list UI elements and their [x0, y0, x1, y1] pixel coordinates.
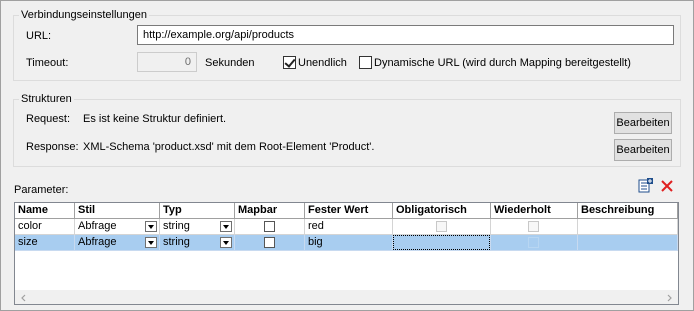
cell-wiederholt	[491, 235, 578, 251]
response-edit-button[interactable]: Bearbeiten	[614, 139, 672, 161]
horizontal-scrollbar[interactable]	[15, 290, 678, 304]
table-row[interactable]: size Abfrage string big	[15, 235, 678, 251]
structures-title: Strukturen	[19, 93, 74, 105]
chevron-down-icon[interactable]	[220, 221, 232, 232]
column-header-obligatorisch[interactable]: Obligatorisch	[393, 203, 491, 219]
cell-mapbar	[235, 219, 305, 235]
dynamic-url-label: Dynamische URL (wird durch Mapping berei…	[374, 57, 631, 69]
table-header-row: Name Stil Typ Mapbar Fester Wert Obligat…	[15, 203, 678, 219]
cell-name[interactable]: color	[15, 219, 75, 235]
response-label: Response:	[26, 141, 79, 153]
request-label: Request:	[26, 113, 71, 125]
cell-typ[interactable]: string	[160, 219, 235, 235]
add-parameter-icon[interactable]	[638, 178, 654, 194]
parameters-table[interactable]: Name Stil Typ Mapbar Fester Wert Obligat…	[14, 202, 679, 305]
mapbar-checkbox[interactable]	[264, 237, 275, 248]
cell-obligatorisch	[393, 235, 491, 251]
cell-beschreibung[interactable]	[578, 219, 678, 235]
cell-typ[interactable]: string	[160, 235, 235, 251]
column-header-mapbar[interactable]: Mapbar	[235, 203, 305, 219]
scroll-left-icon[interactable]	[19, 293, 29, 303]
infinite-checkbox[interactable]	[283, 56, 296, 69]
scroll-right-icon[interactable]	[664, 293, 674, 303]
cell-name[interactable]: size	[15, 235, 75, 251]
cell-obligatorisch	[393, 219, 491, 235]
column-header-wiederholt[interactable]: Wiederholt	[491, 203, 578, 219]
column-header-name[interactable]: Name	[15, 203, 75, 219]
dynamic-url-checkbox[interactable]	[359, 56, 372, 69]
dialog-window: Verbindungseinstellungen URL: http://exa…	[0, 0, 694, 311]
chevron-down-icon[interactable]	[145, 221, 157, 232]
request-value: Es ist keine Struktur definiert.	[83, 113, 227, 125]
connection-settings-title: Verbindungseinstellungen	[19, 9, 149, 21]
url-input[interactable]: http://example.org/api/products	[137, 25, 674, 45]
cell-stil-value: Abfrage	[78, 236, 117, 248]
response-value: XML-Schema 'product.xsd' mit dem Root-El…	[83, 141, 375, 153]
wiederholt-checkbox[interactable]	[528, 221, 539, 232]
chevron-down-icon[interactable]	[220, 237, 232, 248]
delete-icon[interactable]	[659, 178, 675, 194]
mapbar-checkbox[interactable]	[264, 221, 275, 232]
structures-group	[13, 99, 681, 167]
obligatorisch-checkbox[interactable]	[436, 221, 447, 232]
column-header-typ[interactable]: Typ	[160, 203, 235, 219]
cell-mapbar	[235, 235, 305, 251]
parameters-label: Parameter:	[14, 184, 69, 196]
infinite-label: Unendlich	[298, 57, 347, 69]
column-header-stil[interactable]: Stil	[75, 203, 160, 219]
cell-typ-value: string	[163, 236, 190, 248]
obligatorisch-checkbox[interactable]	[436, 237, 447, 248]
table-row[interactable]: color Abfrage string red	[15, 219, 678, 235]
timeout-label: Timeout:	[26, 57, 69, 69]
cell-stil-value: Abfrage	[78, 220, 117, 232]
cell-fester-wert[interactable]: red	[305, 219, 393, 235]
column-header-fester-wert[interactable]: Fester Wert	[305, 203, 393, 219]
cell-wiederholt	[491, 219, 578, 235]
column-header-beschreibung[interactable]: Beschreibung	[578, 203, 678, 219]
timeout-input[interactable]: 0	[137, 52, 197, 72]
cell-beschreibung[interactable]	[578, 235, 678, 251]
timeout-unit-label: Sekunden	[205, 57, 255, 69]
request-edit-button[interactable]: Bearbeiten	[614, 112, 672, 134]
url-label: URL:	[26, 30, 52, 42]
cell-typ-value: string	[163, 220, 190, 232]
chevron-down-icon[interactable]	[145, 237, 157, 248]
cell-stil[interactable]: Abfrage	[75, 235, 160, 251]
cell-stil[interactable]: Abfrage	[75, 219, 160, 235]
cell-fester-wert[interactable]: big	[305, 235, 393, 251]
wiederholt-checkbox[interactable]	[528, 237, 539, 248]
